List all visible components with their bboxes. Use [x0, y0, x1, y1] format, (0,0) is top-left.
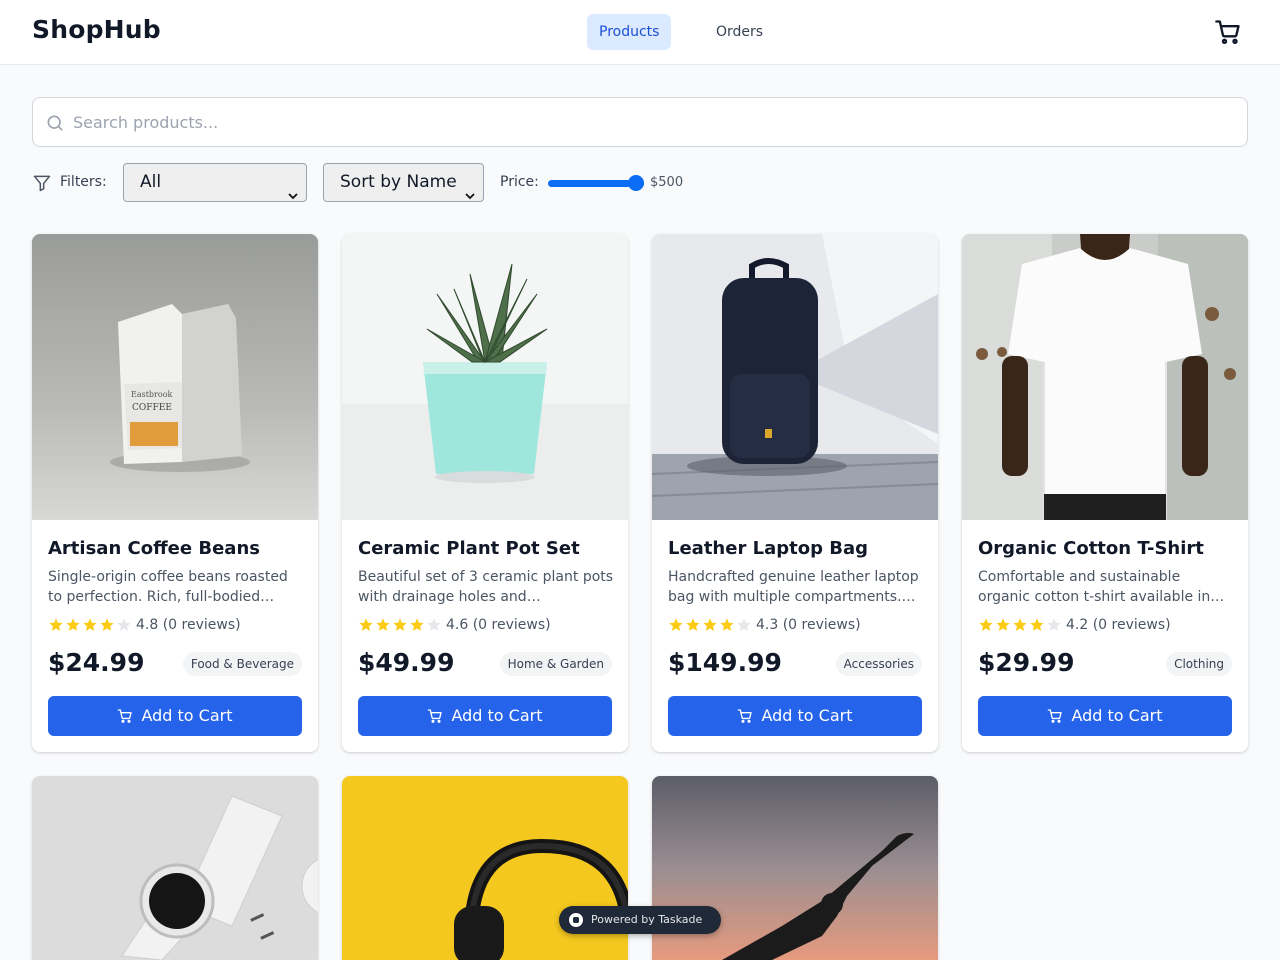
backpack-photo[interactable] [652, 234, 938, 520]
product-price: $149.99 [668, 648, 782, 677]
filters-row: Filters: All Sort by Name Price: $500 [32, 163, 1248, 203]
smartwatch-photo[interactable] [32, 776, 318, 960]
star-empty-icon [1047, 618, 1061, 631]
price-slider-thumb[interactable] [628, 175, 644, 191]
star-filled-icon [100, 618, 114, 631]
succulent-pot-photo[interactable] [342, 234, 628, 520]
add-to-cart-label: Add to Cart [451, 706, 543, 725]
add-to-cart-button[interactable]: Add to Cart [978, 696, 1232, 736]
add-to-cart-button[interactable]: Add to Cart [358, 696, 612, 736]
product-card[interactable]: Organic Cotton T-Shirt Comfortable and s… [962, 234, 1248, 752]
search-input[interactable] [73, 98, 1233, 146]
add-to-cart-label: Add to Cart [1071, 706, 1163, 725]
cart-icon [117, 699, 133, 739]
star-filled-icon [359, 618, 373, 631]
rating-text: 4.6 (0 reviews) [446, 617, 551, 633]
star-rating [978, 617, 1063, 635]
tshirt-photo[interactable] [962, 234, 1248, 520]
category-select-value: All [140, 172, 162, 192]
rating-text: 4.8 (0 reviews) [136, 617, 241, 633]
coffee-bag-photo[interactable]: COFFEE Eastbrook [32, 234, 318, 520]
star-filled-icon [66, 618, 80, 631]
product-title[interactable]: Artisan Coffee Beans [48, 538, 260, 559]
product-card[interactable]: Leather Laptop Bag Handcrafted genuine l… [652, 234, 938, 752]
tab-orders[interactable]: Orders [704, 14, 775, 50]
category-badge: Home & Garden [499, 652, 612, 676]
product-description: Comfortable and sustainable organic cott… [978, 569, 1225, 605]
star-filled-icon [49, 618, 63, 631]
search-bar [32, 97, 1248, 147]
powered-by-badge[interactable]: Powered by Taskade [559, 906, 721, 934]
star-filled-icon [1013, 618, 1027, 631]
star-filled-icon [996, 618, 1010, 631]
star-empty-icon [427, 618, 441, 631]
star-filled-icon [393, 618, 407, 631]
add-to-cart-label: Add to Cart [761, 706, 853, 725]
product-description: Beautiful set of 3 ceramic plant pots wi… [358, 569, 614, 605]
star-filled-icon [720, 618, 734, 631]
svg-text:COFFEE: COFFEE [132, 403, 172, 413]
add-to-cart-label: Add to Cart [141, 706, 233, 725]
star-filled-icon [669, 618, 683, 631]
taskade-logo-icon [569, 913, 583, 927]
shopping-cart-icon[interactable] [1214, 18, 1242, 46]
rating-text: 4.3 (0 reviews) [756, 617, 861, 633]
category-badge: Accessories [835, 652, 922, 676]
product-title[interactable]: Leather Laptop Bag [668, 538, 868, 559]
star-rating [668, 617, 753, 635]
filter-icon [32, 173, 52, 193]
product-description: Single-origin coffee beans roasted to pe… [48, 569, 288, 605]
category-select[interactable]: All [123, 163, 307, 202]
star-filled-icon [686, 618, 700, 631]
product-title[interactable]: Ceramic Plant Pot Set [358, 538, 580, 559]
cart-icon [427, 699, 443, 739]
tab-products[interactable]: Products [587, 14, 672, 50]
category-badge: Clothing [1166, 652, 1232, 676]
product-description: Handcrafted genuine leather laptop bag w… [668, 569, 919, 605]
price-label: Price: [500, 174, 539, 190]
svg-text:Eastbrook: Eastbrook [131, 390, 173, 399]
star-rating [48, 617, 133, 635]
cart-icon [737, 699, 753, 739]
cart-icon [1047, 699, 1063, 739]
rating-text: 4.2 (0 reviews) [1066, 617, 1171, 633]
chevron-down-icon [465, 178, 475, 200]
star-rating [358, 617, 443, 635]
chevron-down-icon [288, 178, 298, 200]
product-card[interactable] [32, 776, 318, 960]
star-filled-icon [83, 618, 97, 631]
star-filled-icon [703, 618, 717, 631]
star-filled-icon [376, 618, 390, 631]
category-badge: Food & Beverage [182, 652, 302, 676]
product-card[interactable]: COFFEE Eastbrook Artisan Coffee Beans Si… [32, 234, 318, 752]
sort-select[interactable]: Sort by Name [323, 163, 484, 202]
star-filled-icon [1030, 618, 1044, 631]
star-empty-icon [117, 618, 131, 631]
price-slider[interactable] [548, 175, 644, 191]
add-to-cart-button[interactable]: Add to Cart [668, 696, 922, 736]
search-icon [45, 113, 65, 133]
star-filled-icon [410, 618, 424, 631]
powered-by-text: Powered by Taskade [591, 913, 703, 926]
star-empty-icon [737, 618, 751, 631]
price-value: $500 [650, 175, 684, 190]
brand-logo[interactable]: ShopHub [32, 15, 161, 44]
filters-label: Filters: [60, 174, 107, 190]
add-to-cart-button[interactable]: Add to Cart [48, 696, 302, 736]
product-price: $29.99 [978, 648, 1075, 677]
product-price: $24.99 [48, 648, 145, 677]
product-price: $49.99 [358, 648, 455, 677]
product-title[interactable]: Organic Cotton T-Shirt [978, 538, 1204, 559]
sort-select-value: Sort by Name [340, 172, 457, 192]
star-filled-icon [979, 618, 993, 631]
top-navbar: ShopHub Products Orders [0, 0, 1280, 65]
product-card[interactable]: Ceramic Plant Pot Set Beautiful set of 3… [342, 234, 628, 752]
